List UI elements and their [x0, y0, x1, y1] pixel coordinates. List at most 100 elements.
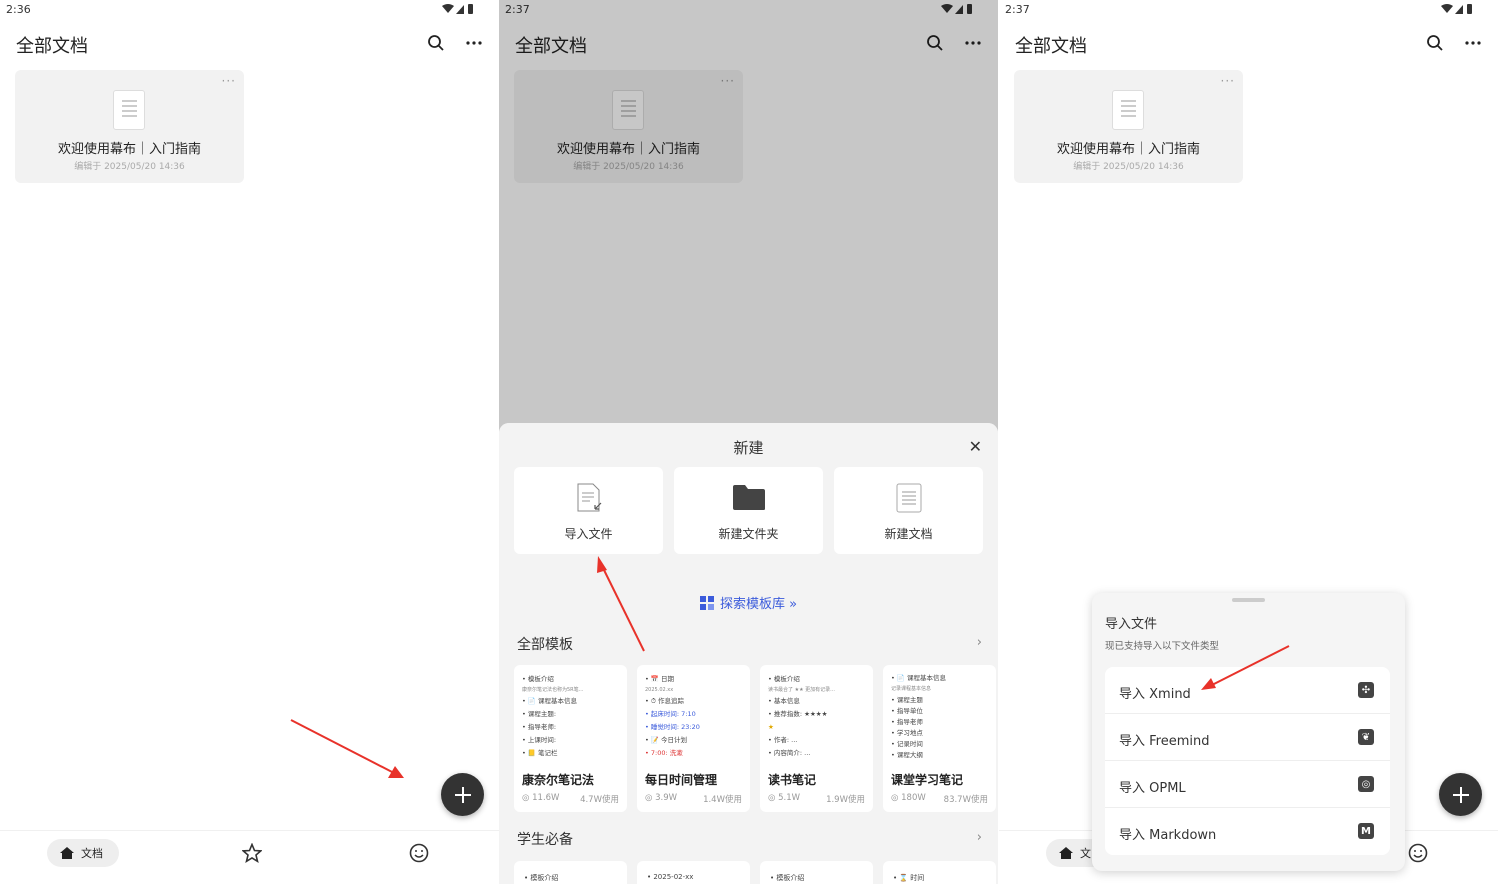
- page-title: 全部文档: [16, 36, 88, 57]
- home-icon: [60, 847, 74, 859]
- import-markdown-label: 导入 Markdown: [1119, 828, 1217, 843]
- document-name: 欢迎使用幕布｜入门指南: [1056, 142, 1200, 157]
- explore-templates-link[interactable]: 探索模板库 »: [499, 593, 998, 612]
- template-preview: • 模板介绍 康奈尔笔记法也称为5R笔... • 📄 课程基本信息 • 课程主题:…: [522, 675, 584, 757]
- template-card[interactable]: • 模板介绍 康奈尔笔记法也称为5R笔... • 📄 课程基本信息 • 课程主题:…: [514, 665, 627, 812]
- xmind-icon: ✣: [1358, 682, 1374, 698]
- screen-documents: 2:36 全部文档 ··· 欢迎使用幕布｜入门指南 编辑于 2025/05/20…: [0, 0, 499, 884]
- import-file-option[interactable]: 导入文件: [514, 467, 663, 554]
- status-bar: 2:37: [999, 0, 1498, 22]
- profile-smile-icon[interactable]: [1408, 843, 1428, 867]
- document-thumbnail-icon: [113, 90, 145, 130]
- template-name: 康奈尔笔记法: [522, 773, 595, 787]
- home-icon: [1059, 847, 1073, 859]
- opml-icon: ◎: [1358, 776, 1374, 792]
- document-thumbnail-icon: [1112, 90, 1144, 130]
- wifi-signal-battery-icon: [442, 4, 473, 14]
- screen-new-sheet: 2:37 全部文档 ··· 欢迎使用幕布｜入门指南 编辑于 2025/05/20…: [499, 0, 998, 884]
- document-meta: 编辑于 2025/05/20 14:36: [1073, 162, 1184, 172]
- new-document-option[interactable]: 新建文档: [834, 467, 983, 554]
- document-meta: 编辑于 2025/05/20 14:36: [74, 162, 185, 172]
- explore-label: 探索模板库 »: [719, 597, 798, 612]
- template-preview: • 📄 课程基本信息 记录课程基本信息 • 课程主题 • 指导单位 • 指导老师…: [891, 674, 947, 759]
- profile-smile-icon[interactable]: [409, 843, 429, 867]
- more-icon[interactable]: [1460, 30, 1486, 56]
- sheet-header-area: 新建 ✕ 导入文件 新建文件夹 新建文档: [499, 423, 998, 571]
- document-name: 欢迎使用幕布｜入门指南: [57, 142, 201, 157]
- app-header: 全部文档: [999, 28, 1498, 60]
- status-bar: 2:36: [0, 0, 499, 22]
- template-card[interactable]: • 模板介绍: [760, 861, 873, 884]
- import-panel-subtitle: 现已支持导入以下文件类型: [1105, 641, 1220, 652]
- import-opml-label: 导入 OPML: [1119, 781, 1186, 796]
- template-grid-icon: [699, 595, 714, 610]
- status-icons: [1440, 3, 1474, 15]
- new-bottom-sheet: 新建 ✕ 导入文件 新建文件夹 新建文档 探索模板库 » 全部模板 › • 模板…: [499, 423, 998, 884]
- template-name: 读书笔记: [768, 773, 817, 787]
- bottom-tabbar: 文档: [0, 830, 499, 884]
- template-card[interactable]: • ⌛ 时间: [883, 861, 996, 884]
- folder-icon: [674, 483, 823, 511]
- document-card[interactable]: ··· 欢迎使用幕布｜入门指南 编辑于 2025/05/20 14:36: [15, 70, 244, 183]
- template-card[interactable]: • 模板介绍 读书最合了 ★★ 更加有记录... • 基本信息 • 推荐指数: ★…: [760, 665, 873, 812]
- new-document-label: 新建文档: [884, 527, 933, 541]
- import-xmind-item[interactable]: 导入 Xmind ✣: [1105, 667, 1390, 714]
- markdown-icon: M: [1358, 823, 1374, 839]
- tab-documents[interactable]: 文档: [47, 839, 119, 867]
- close-icon[interactable]: ✕: [969, 437, 982, 456]
- import-xmind-label: 导入 Xmind: [1119, 687, 1191, 702]
- add-fab-button[interactable]: [441, 773, 484, 816]
- eye-icon: ◎ 180W: [891, 793, 926, 803]
- import-freemind-item[interactable]: 导入 Freemind ❦: [1105, 714, 1390, 761]
- star-icon[interactable]: [241, 842, 263, 867]
- template-card[interactable]: • 模板介绍: [514, 861, 627, 884]
- import-opml-item[interactable]: 导入 OPML ◎: [1105, 761, 1390, 808]
- eye-icon: ◎ 11.6W: [522, 793, 560, 803]
- card-more-icon[interactable]: ···: [222, 74, 236, 88]
- status-time: 2:36: [6, 3, 31, 16]
- wifi-signal-battery-icon: [1441, 4, 1472, 14]
- import-file-panel: 导入文件 现已支持导入以下文件类型 导入 Xmind ✣ 导入 Freemind…: [1092, 593, 1405, 871]
- chevron-right-icon[interactable]: ›: [977, 830, 982, 845]
- new-folder-label: 新建文件夹: [718, 527, 779, 541]
- add-fab-button[interactable]: [1439, 773, 1482, 816]
- search-icon[interactable]: [1422, 30, 1448, 56]
- eye-icon: ◎ 5.1W: [768, 793, 801, 803]
- template-card[interactable]: • 📄 课程基本信息 记录课程基本信息 • 课程主题 • 指导单位 • 指导老师…: [883, 665, 996, 812]
- template-preview: • 模板介绍 读书最合了 ★★ 更加有记录... • 基本信息 • 推荐指数: ★…: [768, 675, 835, 757]
- template-card[interactable]: • 📅 日期 2025.02.xx • ⏱ 作息追踪 • 起床时间: 7:10 •…: [637, 665, 750, 812]
- template-stats: ◎ 11.6W 4.7W使用: [522, 793, 619, 805]
- tab-documents-label: 文: [1080, 847, 1091, 860]
- freemind-icon: ❦: [1358, 729, 1374, 745]
- screen-import-panel: 2:37 全部文档 ··· 欢迎使用幕布｜入门指南 编辑于 2025/05/20…: [999, 0, 1498, 884]
- document-card[interactable]: ··· 欢迎使用幕布｜入门指南 编辑于 2025/05/20 14:36: [1014, 70, 1243, 183]
- drag-handle[interactable]: [1232, 598, 1265, 602]
- card-more-icon[interactable]: ···: [1221, 74, 1235, 88]
- template-stats: ◎ 180W 83.7W使用: [891, 793, 988, 805]
- import-file-icon: [514, 483, 663, 513]
- more-icon[interactable]: [461, 30, 487, 56]
- new-folder-option[interactable]: 新建文件夹: [674, 467, 823, 554]
- search-icon[interactable]: [423, 30, 449, 56]
- status-icons: [441, 3, 475, 15]
- app-header: 全部文档: [0, 28, 499, 60]
- tab-documents-label: 文档: [81, 847, 103, 860]
- chevron-right-icon[interactable]: ›: [977, 635, 982, 650]
- template-card[interactable]: • 2025-02-xx: [637, 861, 750, 884]
- import-freemind-label: 导入 Freemind: [1119, 734, 1210, 749]
- page-title: 全部文档: [1015, 36, 1087, 57]
- import-type-list: 导入 Xmind ✣ 导入 Freemind ❦ 导入 OPML ◎ 导入 Ma…: [1105, 667, 1390, 855]
- section-all-templates[interactable]: 全部模板: [517, 634, 573, 654]
- section-student-templates[interactable]: 学生必备: [517, 829, 573, 849]
- import-panel-title: 导入文件: [1105, 617, 1158, 632]
- document-icon: [834, 483, 983, 513]
- eye-icon: ◎ 3.9W: [645, 793, 678, 803]
- template-name: 课堂学习笔记: [891, 773, 964, 787]
- template-name: 每日时间管理: [645, 773, 718, 787]
- screens: 2:36 全部文档 ··· 欢迎使用幕布｜入门指南 编辑于 2025/05/20…: [0, 0, 1498, 884]
- template-preview: • 📅 日期 2025.02.xx • ⏱ 作息追踪 • 起床时间: 7:10 •…: [645, 675, 700, 757]
- template-stats: ◎ 3.9W 1.4W使用: [645, 793, 742, 805]
- import-markdown-item[interactable]: 导入 Markdown M: [1105, 808, 1390, 855]
- sheet-title: 新建: [733, 439, 764, 457]
- import-file-label: 导入文件: [564, 527, 613, 541]
